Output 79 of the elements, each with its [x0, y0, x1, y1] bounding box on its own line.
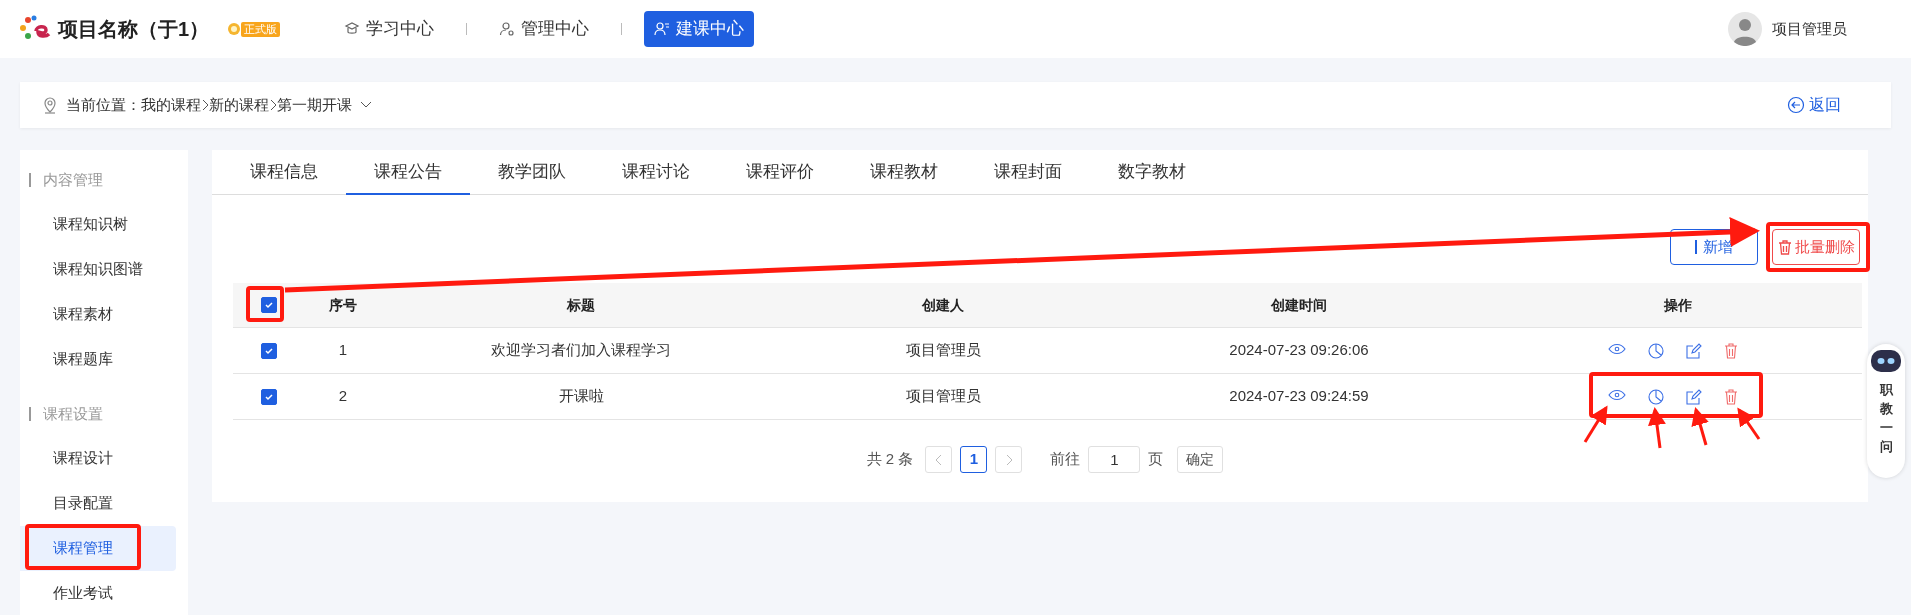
- chevron-right-icon: [1004, 453, 1013, 466]
- sidebar-group-title: 内容管理: [43, 169, 103, 190]
- column-header: 标题: [567, 295, 595, 315]
- checkbox[interactable]: [261, 388, 277, 405]
- tab[interactable]: 课程教材: [842, 150, 966, 195]
- pointer-arrow: [1691, 407, 1709, 446]
- sidebar-item[interactable]: 课程知识图谱: [20, 247, 176, 292]
- sidebar-item[interactable]: 课程题库: [20, 337, 176, 382]
- pie-chart-icon[interactable]: [1647, 342, 1664, 359]
- pointer-arrow: [1583, 405, 1608, 443]
- sidebar-group-title: 课程设置: [43, 403, 103, 424]
- tab[interactable]: 教学团队: [470, 150, 594, 195]
- check-icon: [264, 391, 274, 402]
- breadcrumb-label: 当前位置：: [66, 94, 141, 115]
- pointer-arrow: [1737, 407, 1761, 440]
- chevron-right-icon: [201, 99, 209, 111]
- trash-icon: [1777, 239, 1792, 255]
- pointer-arrow: [1648, 407, 1666, 449]
- chevron-down-icon[interactable]: [360, 101, 372, 109]
- table-cell-text: 开课啦: [558, 386, 604, 407]
- assistant-widget[interactable]: 职 教 一 问: [1867, 344, 1905, 478]
- goto-label: 前往: [1050, 449, 1081, 470]
- location-pin-icon: [42, 96, 58, 114]
- total-count: 共 2 条: [866, 449, 914, 470]
- eye-icon[interactable]: [1607, 388, 1626, 401]
- checkbox[interactable]: [261, 342, 277, 359]
- tab[interactable]: 课程信息: [222, 150, 346, 195]
- edit-icon[interactable]: [1685, 342, 1702, 359]
- project-title: 项目名称（于1）: [58, 17, 210, 42]
- nav-tab[interactable]: 学习中心: [334, 11, 445, 47]
- tab[interactable]: 数字教材: [1090, 150, 1214, 195]
- edit-icon[interactable]: [1685, 388, 1702, 405]
- pie-chart-icon[interactable]: [1647, 388, 1664, 405]
- check-icon: [264, 345, 274, 356]
- checkbox[interactable]: [261, 297, 277, 313]
- column-header: 创建人: [922, 295, 964, 315]
- sidebar-item[interactable]: 课程素材: [20, 292, 176, 337]
- page-unit: 页: [1148, 449, 1164, 470]
- breadcrumb-item[interactable]: 我的课程: [141, 93, 201, 117]
- tab[interactable]: 课程公告: [346, 150, 470, 195]
- page-input[interactable]: 1: [1088, 446, 1141, 473]
- avatar-icon: [1728, 12, 1762, 46]
- trash-icon[interactable]: [1723, 342, 1738, 359]
- user-edit-icon: [654, 21, 671, 37]
- breadcrumb-item[interactable]: 第一期开课: [277, 93, 352, 117]
- user-name: 项目管理员: [1772, 18, 1847, 39]
- sidebar-item[interactable]: 作业考试: [20, 571, 176, 615]
- table-cell-text: 2024-07-23 09:24:59: [1229, 386, 1369, 407]
- chevron-left-icon: [934, 453, 943, 466]
- tab[interactable]: 课程评价: [718, 150, 842, 195]
- chevron-right-icon: [269, 99, 277, 111]
- eye-icon[interactable]: [1607, 342, 1626, 355]
- nav-tab[interactable]: 建课中心: [644, 11, 755, 47]
- graduation-cap-icon: [344, 21, 361, 37]
- table-cell-text: 2024-07-23 09:26:06: [1229, 340, 1369, 361]
- table-cell-text: 2: [338, 386, 348, 407]
- table-cell-text: 项目管理员: [905, 340, 981, 361]
- check-icon: [264, 300, 274, 310]
- sidebar-item[interactable]: 课程知识树: [20, 202, 176, 247]
- tab[interactable]: 课程讨论: [594, 150, 718, 195]
- sidebar-item[interactable]: 目录配置: [20, 481, 176, 526]
- batch-delete-button[interactable]: 批量删除: [1772, 229, 1860, 265]
- column-header: 操作: [1663, 295, 1692, 315]
- table-cell-text: 1: [338, 340, 348, 361]
- back-link[interactable]: 返回: [1787, 93, 1841, 117]
- sidebar-item[interactable]: 课程设计: [20, 436, 176, 481]
- breadcrumb-item[interactable]: 新的课程: [209, 93, 269, 117]
- nav-tab[interactable]: 管理中心: [489, 11, 600, 47]
- trash-icon[interactable]: [1723, 388, 1738, 405]
- table-cell-text: 欢迎学习者们加入课程学习: [491, 340, 671, 361]
- robot-icon: [1869, 348, 1903, 374]
- tab[interactable]: 课程封面: [966, 150, 1090, 195]
- highlight-frame: [246, 286, 284, 322]
- column-header: 序号: [329, 295, 357, 315]
- page-button[interactable]: 1: [960, 446, 988, 473]
- user-gear-icon: [499, 21, 516, 37]
- table-cell-text: 项目管理员: [905, 386, 981, 407]
- column-header: 创建时间: [1271, 295, 1327, 315]
- confirm-button[interactable]: 确定: [1177, 446, 1224, 473]
